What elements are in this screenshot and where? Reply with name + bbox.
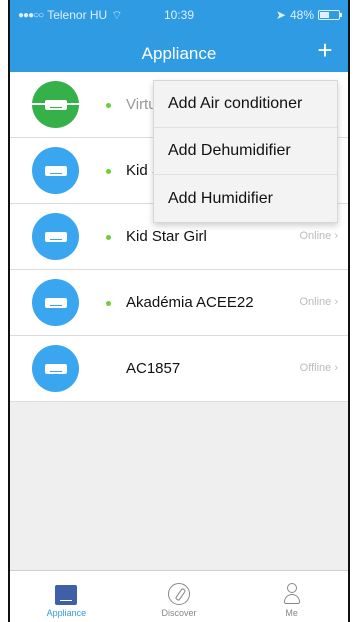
compass-icon [168, 583, 190, 605]
tab-label: Discover [161, 608, 197, 618]
status-text: Offline [299, 362, 332, 374]
battery-percent: 48% [289, 8, 314, 22]
tab-me[interactable]: Me [235, 571, 348, 622]
ac-icon [32, 345, 79, 392]
add-device-button[interactable]: + [312, 37, 338, 64]
menu-add-air-conditioner[interactable]: Add Air conditioner [154, 81, 337, 128]
ac-icon [32, 213, 79, 260]
ac-shape [44, 99, 67, 110]
device-status: Online › [299, 296, 338, 308]
location-icon: ➤ [275, 8, 286, 22]
ac-shape [44, 297, 67, 308]
ac-icon [32, 279, 79, 326]
appliance-icon [55, 585, 78, 605]
device-status: Online › [299, 230, 338, 242]
online-dot [106, 301, 111, 306]
online-dot [106, 169, 111, 174]
person-head [286, 583, 297, 593]
chevron-right-icon: › [334, 230, 338, 242]
device-name: Akadémia ACEE22 [126, 294, 254, 311]
online-dot [106, 103, 111, 108]
ac-icon [32, 147, 79, 194]
green-ac-icon [26, 81, 85, 128]
person-icon [283, 583, 300, 605]
ac-shape [44, 363, 67, 374]
battery-icon [318, 10, 342, 20]
device-row-4[interactable]: Akadémia ACEE22 Online › [10, 270, 348, 336]
ac-shape [44, 231, 67, 242]
device-name: Virtu [126, 96, 157, 113]
tab-appliance[interactable]: Appliance [10, 571, 123, 622]
app-header: ●●●○○ Telenor HU ⌔ 10:39 ➤ 48% Appliance… [10, 0, 348, 72]
status-bar: ●●●○○ Telenor HU ⌔ 10:39 ➤ 48% [10, 4, 348, 26]
ac-shape [44, 165, 67, 176]
menu-add-humidifier[interactable]: Add Humidifier [154, 175, 337, 222]
battery-fill [320, 12, 329, 18]
tab-label: Me [285, 608, 298, 618]
status-text: Online [299, 296, 332, 308]
chevron-right-icon: › [334, 296, 338, 308]
device-status: Offline › [300, 362, 338, 374]
device-name: Kid Star Girl [126, 228, 207, 245]
tab-discover[interactable]: Discover [123, 571, 236, 622]
tab-label: Appliance [46, 608, 87, 618]
menu-add-dehumidifier[interactable]: Add Dehumidifier [154, 128, 337, 175]
phone-screen: ●●●○○ Telenor HU ⌔ 10:39 ➤ 48% Appliance… [8, 0, 350, 622]
person-body [283, 594, 300, 604]
device-row-5[interactable]: AC1857 Offline › [10, 336, 348, 402]
chevron-right-icon: › [334, 362, 338, 374]
online-dot [106, 235, 111, 240]
battery-info: ➤ 48% [275, 8, 342, 22]
add-device-menu: Add Air conditioner Add Dehumidifier Add… [153, 80, 338, 223]
device-name: AC1857 [126, 360, 181, 377]
tab-bar: Appliance Discover Me [10, 570, 348, 622]
page-title: Appliance [141, 44, 217, 63]
status-text: Online [299, 230, 332, 242]
